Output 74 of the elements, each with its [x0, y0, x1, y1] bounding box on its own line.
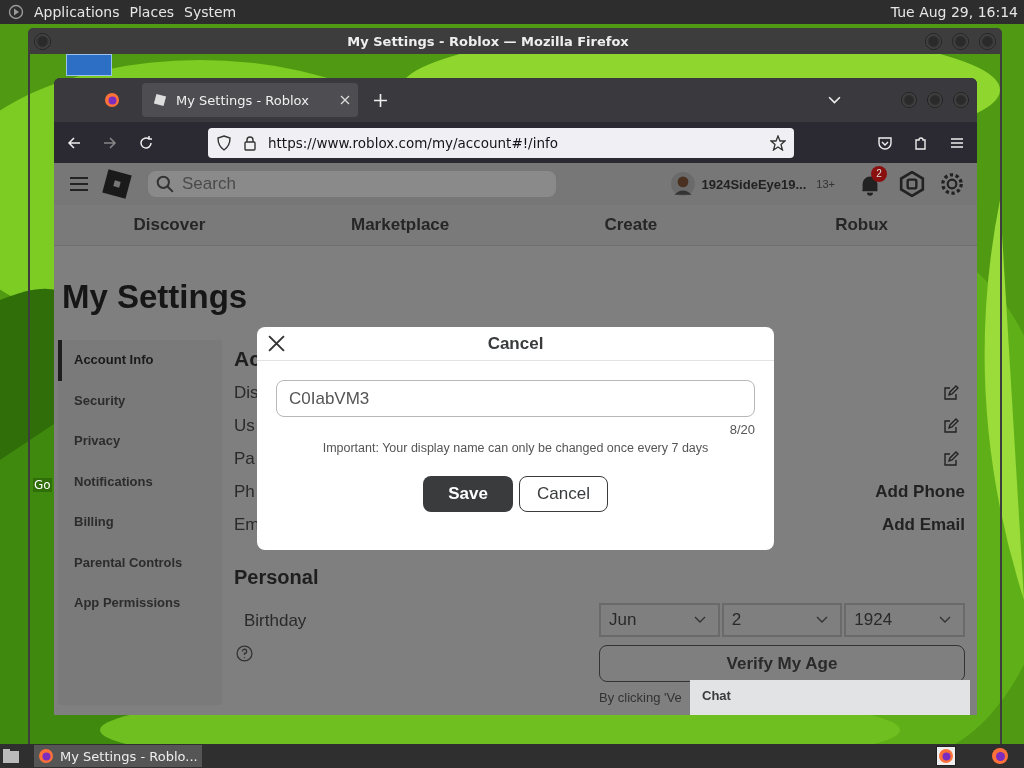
sidebar-item[interactable]: Parental Controls	[58, 542, 222, 583]
lock-icon[interactable]	[242, 134, 258, 151]
dialog-title: Cancel	[487, 333, 544, 354]
field-label: Dis	[234, 382, 259, 403]
field-label: Ph	[234, 481, 255, 502]
age-label: 13+	[816, 178, 835, 190]
close-icon[interactable]	[268, 335, 285, 352]
edit-icon[interactable]	[943, 417, 959, 434]
firefox-icon[interactable]	[936, 746, 956, 766]
caret-icon	[693, 616, 706, 624]
tab-list-icon[interactable]	[828, 95, 841, 105]
search-icon	[156, 175, 174, 193]
browser-tab[interactable]: My Settings - Roblox	[142, 83, 358, 117]
field-label: Us	[234, 415, 255, 436]
logo-icon[interactable]	[8, 4, 24, 20]
chat-bar[interactable]: Chat	[690, 680, 970, 715]
address-bar[interactable]: https://www.roblox.com/my/account#!/info	[208, 127, 794, 158]
back-icon[interactable]	[66, 134, 82, 151]
sidebar-item[interactable]: App Permissions	[58, 583, 222, 624]
clock[interactable]: Tue Aug 29, 16:14	[890, 4, 1024, 20]
forward-icon[interactable]	[102, 134, 118, 151]
sidebar-item[interactable]: Notifications	[58, 461, 222, 502]
desktop-icon-label[interactable]: Go	[33, 478, 52, 492]
roblox-logo-icon[interactable]	[102, 169, 132, 199]
add-link[interactable]: Add Email	[881, 514, 965, 535]
caret-icon	[816, 616, 829, 624]
notification-badge: 2	[871, 166, 887, 182]
add-link[interactable]: Add Phone	[875, 481, 965, 502]
edit-icon[interactable]	[943, 384, 959, 401]
display-name-field[interactable]: C0IabVM3	[276, 380, 755, 417]
nav-link[interactable]: Discover	[133, 215, 206, 235]
taskbar-item[interactable]: My Settings - Roblo...	[34, 745, 202, 767]
sidebar-item[interactable]: Privacy	[58, 421, 222, 462]
desktop-icon[interactable]	[66, 54, 112, 76]
firefox-icon	[38, 748, 54, 764]
avatar-icon[interactable]	[669, 171, 696, 197]
section-title: Personal	[234, 566, 320, 589]
close-tab-icon[interactable]	[340, 95, 350, 105]
reload-icon[interactable]	[138, 134, 154, 151]
window-title: My Settings - Roblox — Mozilla Firefox	[346, 33, 630, 49]
nav-link[interactable]: Robux	[835, 215, 889, 235]
shield-icon[interactable]	[216, 134, 232, 151]
panel-menu[interactable]: System	[184, 4, 237, 20]
new-tab-icon[interactable]	[374, 93, 387, 107]
field-label: Pa	[234, 448, 255, 469]
help-icon[interactable]	[236, 645, 253, 662]
year-dropdown[interactable]: 1924	[844, 603, 965, 637]
panel-menu[interactable]: Applications	[34, 4, 120, 20]
edit-icon[interactable]	[943, 450, 959, 467]
character-counter: 8/20	[729, 422, 755, 437]
username[interactable]: 1924SideEye19...	[701, 176, 807, 192]
sidebar-item[interactable]: Billing	[58, 502, 222, 543]
roblox-favicon-icon	[152, 92, 168, 108]
caret-icon	[939, 616, 951, 624]
settings-icon[interactable]	[939, 171, 965, 197]
nav-link[interactable]: Marketplace	[351, 215, 450, 235]
nav-link[interactable]: Create	[604, 215, 658, 235]
pocket-icon[interactable]	[877, 134, 893, 151]
star-icon[interactable]	[770, 134, 786, 151]
footnote: By clicking 'Ve	[599, 690, 682, 705]
birthday-label: Birthday	[244, 611, 307, 631]
sidebar-item[interactable]: Security	[58, 380, 222, 421]
notice-text: Important: Your display name can only be changed once every 7 days	[321, 440, 710, 457]
month-dropdown[interactable]: Jun	[599, 603, 720, 637]
robux-icon[interactable]	[899, 171, 925, 197]
save-button[interactable]: Save	[423, 476, 513, 512]
menu-icon[interactable]	[70, 177, 88, 191]
day-dropdown[interactable]: 2	[721, 603, 843, 637]
panel-menu[interactable]: Places	[129, 4, 175, 20]
search-field[interactable]: Search	[148, 171, 556, 197]
sidebar-item[interactable]: Account Info	[58, 340, 222, 381]
show-desktop-icon[interactable]	[2, 748, 20, 764]
page-title: My Settings	[62, 277, 249, 317]
cancel-button[interactable]: Cancel	[519, 476, 608, 512]
